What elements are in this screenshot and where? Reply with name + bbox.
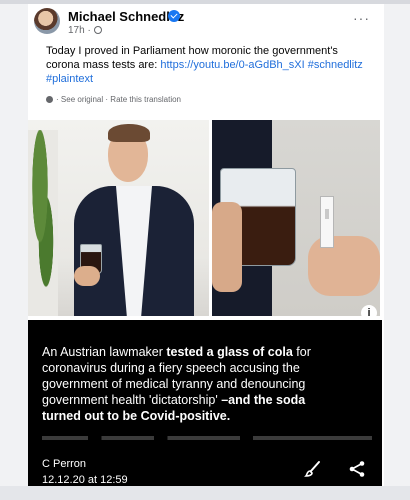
faded-text bbox=[42, 436, 372, 440]
post-time[interactable]: 17h · bbox=[68, 25, 91, 36]
separator: · bbox=[105, 95, 109, 104]
post-text-line: Today I proved in Parliament how moronic… bbox=[46, 45, 338, 57]
youtube-link[interactable]: https://youtu.be/0-aGdBh_sXI bbox=[160, 59, 304, 71]
translation-row: · See original · Rate this translation bbox=[46, 95, 181, 104]
post-text: Today I proved in Parliament how moronic… bbox=[46, 44, 386, 86]
gear-icon bbox=[46, 96, 53, 103]
caption-fragment: for bbox=[292, 345, 311, 359]
globe-icon bbox=[94, 26, 102, 34]
more-icon[interactable]: ··· bbox=[353, 10, 370, 26]
avatar[interactable] bbox=[34, 8, 60, 34]
hair bbox=[108, 124, 150, 142]
caption-emphasis: tested a glass of cola bbox=[166, 345, 293, 359]
caption-line: coronavirus during a fiery speech accusi… bbox=[42, 361, 300, 375]
post-text-line: corona mass tests are: https://youtu.be/… bbox=[46, 58, 386, 72]
photo-lawmaker[interactable] bbox=[28, 120, 209, 316]
author-name[interactable]: Michael Schnedlitz bbox=[68, 9, 184, 24]
photo-glass-closeup[interactable] bbox=[212, 120, 380, 316]
see-original-link[interactable]: See original bbox=[61, 95, 103, 104]
plant bbox=[28, 130, 58, 316]
caption-text: An Austrian lawmaker tested a glass of c… bbox=[42, 344, 372, 424]
separator: · bbox=[56, 95, 59, 104]
post-text-fragment: corona mass tests are: bbox=[46, 59, 158, 71]
hand bbox=[308, 236, 380, 296]
caption-line: government health 'dictatorship' –and th… bbox=[42, 392, 372, 408]
caption-fragment: An Austrian lawmaker bbox=[42, 345, 167, 359]
post-header: Michael Schnedlitz 17h · ··· bbox=[34, 8, 384, 38]
bottom-strip bbox=[0, 486, 410, 500]
test-strip bbox=[320, 196, 334, 248]
caption-line: government of medical tyranny and denoun… bbox=[42, 377, 306, 391]
hand bbox=[74, 266, 100, 286]
hashtag-schnedlitz[interactable]: #schnedlitz bbox=[308, 59, 363, 71]
credit-name: C Perron bbox=[42, 458, 87, 470]
verified-icon bbox=[168, 10, 180, 22]
hashtag-plaintext[interactable]: #plaintext bbox=[46, 72, 386, 86]
top-edge bbox=[0, 0, 410, 4]
right-margin bbox=[384, 0, 410, 500]
fingers bbox=[212, 202, 242, 292]
caption-line: An Austrian lawmaker tested a glass of c… bbox=[42, 344, 372, 360]
caption-line: turned out to be Covid-positive. bbox=[42, 409, 231, 423]
caption-emphasis: –and the soda bbox=[221, 393, 306, 407]
credit-date: 12.12.20 at 12:59 bbox=[42, 474, 128, 486]
rate-translation-link[interactable]: Rate this translation bbox=[110, 95, 181, 104]
info-icon[interactable]: i bbox=[361, 305, 377, 321]
caption-fragment: government health 'dictatorship' bbox=[42, 393, 222, 407]
share-icon[interactable] bbox=[348, 460, 366, 478]
left-margin bbox=[0, 0, 28, 500]
brush-icon[interactable] bbox=[304, 460, 322, 478]
